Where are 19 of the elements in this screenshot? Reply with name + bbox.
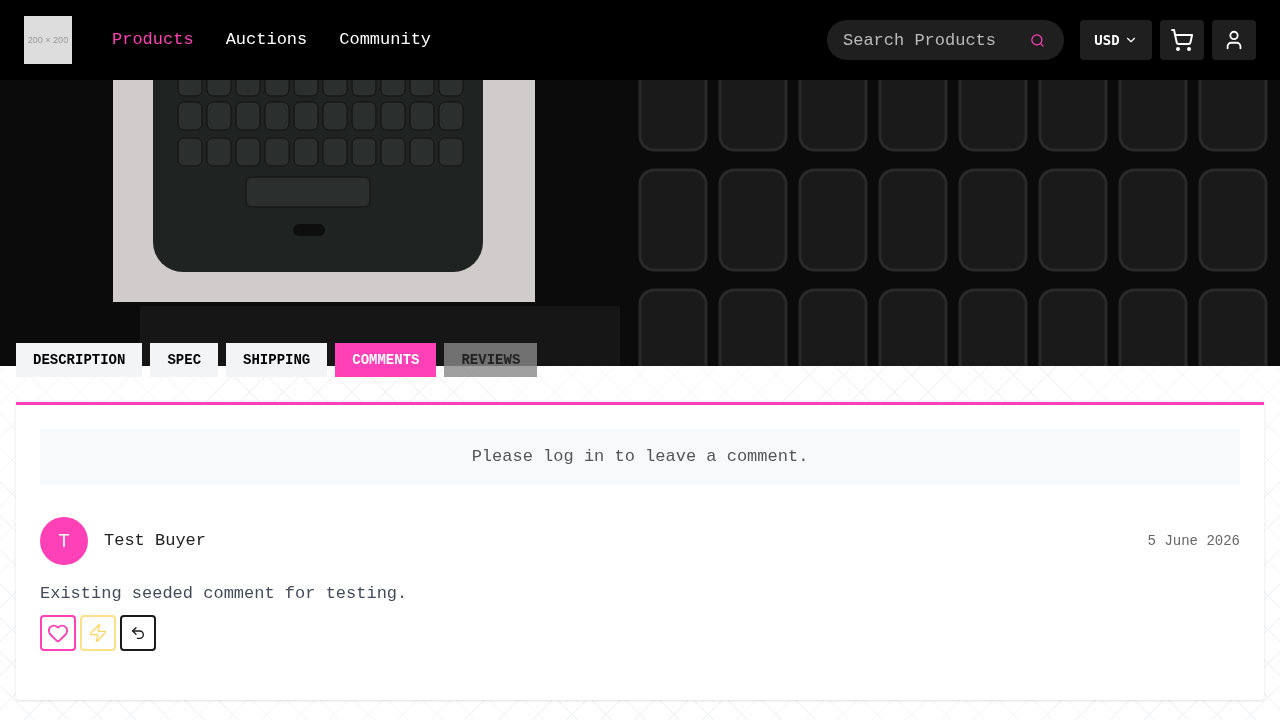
cart-button[interactable] bbox=[1160, 20, 1204, 60]
nav-link[interactable]: Auctions bbox=[225, 27, 308, 53]
nav-link[interactable]: Community bbox=[339, 27, 432, 53]
search-field[interactable]: Search Products bbox=[827, 20, 1064, 60]
like-button[interactable] bbox=[40, 614, 76, 651]
lightning-icon bbox=[88, 622, 108, 643]
currency-dropdown[interactable]: USD bbox=[1080, 20, 1152, 60]
reply-button[interactable] bbox=[120, 614, 156, 651]
comment-date: 5 June 2026 bbox=[1147, 532, 1240, 551]
reply-icon bbox=[130, 624, 146, 641]
login-notice: Please log in to leave a comment. bbox=[40, 429, 1240, 485]
comment-text: Existing seeded comment for testing. bbox=[40, 583, 409, 605]
nav-link[interactable]: Products bbox=[112, 27, 194, 53]
logo: 200 × 200 bbox=[24, 16, 72, 64]
account-button[interactable] bbox=[1212, 20, 1256, 60]
cart-icon bbox=[1170, 28, 1194, 52]
avatar: T bbox=[40, 517, 88, 565]
search-icon[interactable] bbox=[1030, 33, 1045, 48]
author-name: Test Buyer bbox=[104, 530, 207, 553]
